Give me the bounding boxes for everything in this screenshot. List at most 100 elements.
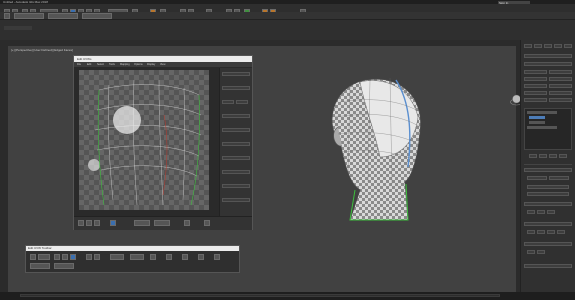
- modifier-button[interactable]: [524, 70, 547, 74]
- ribbon-tab-modeling[interactable]: [14, 13, 44, 19]
- dock-tool-icon[interactable]: [198, 254, 204, 260]
- projection-icon[interactable]: [557, 230, 565, 234]
- dock-field[interactable]: [130, 254, 144, 260]
- dock-tool-icon[interactable]: [30, 254, 36, 260]
- dock-tool-icon[interactable]: [94, 254, 100, 260]
- stack-item[interactable]: [527, 111, 557, 114]
- uv-menu-mapping[interactable]: Mapping: [120, 63, 130, 66]
- modifier-button[interactable]: [524, 98, 547, 102]
- uv-menu-display[interactable]: Display: [147, 63, 155, 66]
- projection-icon[interactable]: [527, 230, 535, 234]
- modifier-button[interactable]: [549, 84, 572, 88]
- modifier-stack[interactable]: [524, 108, 572, 150]
- stack-item[interactable]: [529, 121, 545, 124]
- hierarchy-tab-icon[interactable]: [544, 44, 552, 48]
- uv-menu-view[interactable]: View: [160, 63, 165, 66]
- dock-tool-icon[interactable]: [86, 254, 92, 260]
- uv-arrange[interactable]: [222, 184, 250, 188]
- uv-menu-select[interactable]: Select: [97, 63, 104, 66]
- uv-shells[interactable]: [79, 70, 209, 210]
- uv-menu-options[interactable]: Options: [134, 63, 143, 66]
- uv-edge-icon[interactable]: [86, 220, 92, 226]
- time-slider[interactable]: [20, 294, 500, 297]
- modifier-button[interactable]: [549, 91, 572, 95]
- modify-tab-icon[interactable]: [534, 44, 542, 48]
- ribbon-icon[interactable]: [4, 13, 10, 19]
- show-end-icon[interactable]: [539, 154, 547, 158]
- ribbon-tab-selection[interactable]: [82, 13, 112, 19]
- dock-tool-icon[interactable]: [54, 254, 60, 260]
- uv-menu-edit[interactable]: Edit: [87, 63, 91, 66]
- uv-peel[interactable]: [222, 170, 250, 174]
- peel-icon[interactable]: [547, 210, 555, 214]
- modifier-button[interactable]: [524, 84, 547, 88]
- uv-quick-transform[interactable]: [222, 100, 234, 104]
- uv-explode[interactable]: [222, 142, 250, 146]
- dock-tool-icon[interactable]: [38, 254, 50, 260]
- projection-icon[interactable]: [547, 230, 555, 234]
- make-unique-icon[interactable]: [549, 154, 557, 158]
- uv-face-icon[interactable]: [94, 220, 100, 226]
- modifier-list[interactable]: [524, 62, 572, 66]
- dock-tool-icon[interactable]: [70, 254, 76, 260]
- uv-reshape[interactable]: [222, 114, 250, 118]
- motion-tab-icon[interactable]: [554, 44, 562, 48]
- uv-canvas[interactable]: [79, 70, 209, 210]
- uv-menu-tools[interactable]: Tools: [109, 63, 115, 66]
- display-tab-icon[interactable]: [564, 44, 572, 48]
- uv-packing[interactable]: [222, 198, 250, 202]
- dock-field[interactable]: [30, 263, 50, 269]
- uv-zoom-icon[interactable]: [204, 220, 210, 226]
- uv-menu-file[interactable]: File: [77, 63, 81, 66]
- dock-tool-icon[interactable]: [62, 254, 68, 260]
- uv-vertex-icon[interactable]: [78, 220, 84, 226]
- edit-uvw-toolbar-window[interactable]: Edit UVW Toolbar: [25, 245, 240, 273]
- wrap-icon[interactable]: [527, 250, 535, 254]
- remove-modifier-icon[interactable]: [559, 154, 567, 158]
- uv-weld[interactable]: [222, 156, 250, 160]
- selection-checkbox[interactable]: [527, 185, 569, 189]
- projection-icon[interactable]: [537, 230, 545, 234]
- uv-quick-transform[interactable]: [236, 100, 248, 104]
- dock-titlebar[interactable]: Edit UVW Toolbar: [26, 246, 239, 251]
- selection-checkbox[interactable]: [527, 192, 569, 196]
- create-tab-icon[interactable]: [524, 44, 532, 48]
- modifier-button[interactable]: [524, 77, 547, 81]
- head-model[interactable]: [320, 72, 430, 222]
- ribbon-tab-freeform[interactable]: [48, 13, 78, 19]
- uv-panel-row[interactable]: [222, 72, 250, 76]
- uv-u-field[interactable]: [134, 220, 150, 226]
- dock-field[interactable]: [110, 254, 124, 260]
- uv-panel-row[interactable]: [222, 86, 250, 90]
- dock-tool-icon[interactable]: [214, 254, 220, 260]
- modifier-button[interactable]: [549, 98, 572, 102]
- peel-rollout[interactable]: [524, 202, 572, 206]
- dock-tool-icon[interactable]: [166, 254, 172, 260]
- projection-rollout[interactable]: [524, 222, 572, 226]
- dock-tool-icon[interactable]: [182, 254, 188, 260]
- dock-tool-icon[interactable]: [150, 254, 156, 260]
- object-name-field[interactable]: [524, 54, 572, 58]
- modifier-button[interactable]: [549, 70, 572, 74]
- dock-field[interactable]: [54, 263, 74, 269]
- timeline[interactable]: [0, 292, 575, 300]
- uv-stitch[interactable]: [222, 128, 250, 132]
- viewport-label[interactable]: [+] [Perspective] [User Defined] [Edged …: [11, 48, 73, 52]
- wrap-rollout[interactable]: [524, 242, 572, 246]
- modifier-button[interactable]: [549, 77, 572, 81]
- uv-select-icon[interactable]: [110, 220, 116, 226]
- stack-item-selected[interactable]: [529, 116, 545, 119]
- pin-stack-icon[interactable]: [529, 154, 537, 158]
- configure-rollout[interactable]: [524, 264, 572, 268]
- peel-icon[interactable]: [537, 210, 545, 214]
- peel-icon[interactable]: [527, 210, 535, 214]
- selection-button[interactable]: [549, 176, 569, 180]
- uv-editor-window[interactable]: Edit UVWs File Edit Select Tools Mapping…: [73, 55, 253, 230]
- modifier-button[interactable]: [524, 91, 547, 95]
- selection-button[interactable]: [527, 176, 547, 180]
- wrap-icon[interactable]: [537, 250, 545, 254]
- uv-lock-icon[interactable]: [184, 220, 190, 226]
- selection-rollout[interactable]: [524, 168, 572, 172]
- stack-item[interactable]: [527, 126, 557, 129]
- uv-v-field[interactable]: [154, 220, 170, 226]
